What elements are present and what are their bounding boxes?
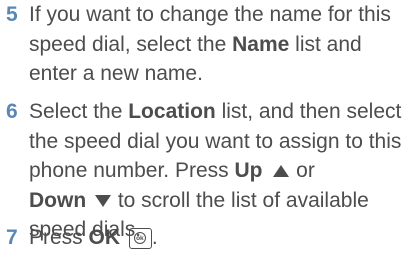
step-line: enter a new name.: [29, 59, 415, 89]
step-line: speed dial, select the Name list and: [29, 30, 415, 60]
up-arrow-icon: [273, 165, 290, 178]
step-line: Press OK ok.: [29, 223, 415, 253]
text-run: the speed dial you want to assign to thi…: [29, 129, 402, 153]
step-line: If you want to change the name for this: [29, 0, 415, 30]
text-run: list, and then select: [215, 100, 402, 123]
text-run: phone number. Press: [29, 159, 235, 182]
step-number: 6: [6, 100, 18, 123]
text-run: enter a new name.: [29, 62, 203, 85]
text-run: If you want to change the name for this: [29, 3, 391, 26]
text-run: to scroll the list of available: [112, 188, 369, 212]
text-run: speed dial, select the: [29, 32, 233, 56]
text-run: list and: [289, 32, 362, 56]
step-number: 5: [6, 3, 18, 26]
ok-key-icon: ok: [128, 227, 152, 249]
down-key-label: Down: [29, 188, 87, 212]
text-run: .: [151, 226, 158, 249]
down-arrow-icon: [95, 194, 111, 207]
name-list-label: Name: [232, 32, 290, 56]
ok-key-glyph: ok: [133, 231, 146, 244]
step-line: phone number. Press Up or: [29, 156, 415, 186]
text-run: Select the: [29, 100, 129, 123]
text-run: Press: [29, 226, 89, 249]
text-run: or: [290, 159, 315, 182]
step-line: Down to scroll the list of available: [29, 186, 415, 216]
up-key-label: Up: [234, 159, 263, 182]
step-text: If you want to change the name for this …: [29, 0, 415, 89]
location-list-label: Location: [128, 100, 216, 123]
step-line: the speed dial you want to assign to thi…: [29, 127, 415, 157]
ok-key-label: OK: [88, 226, 121, 249]
step-line: Select the Location list, and then selec…: [29, 97, 415, 127]
step-text: Press OK ok.: [29, 223, 415, 253]
instructions-page: 5 If you want to change the name for thi…: [0, 0, 415, 251]
step-number: 7: [6, 226, 18, 249]
